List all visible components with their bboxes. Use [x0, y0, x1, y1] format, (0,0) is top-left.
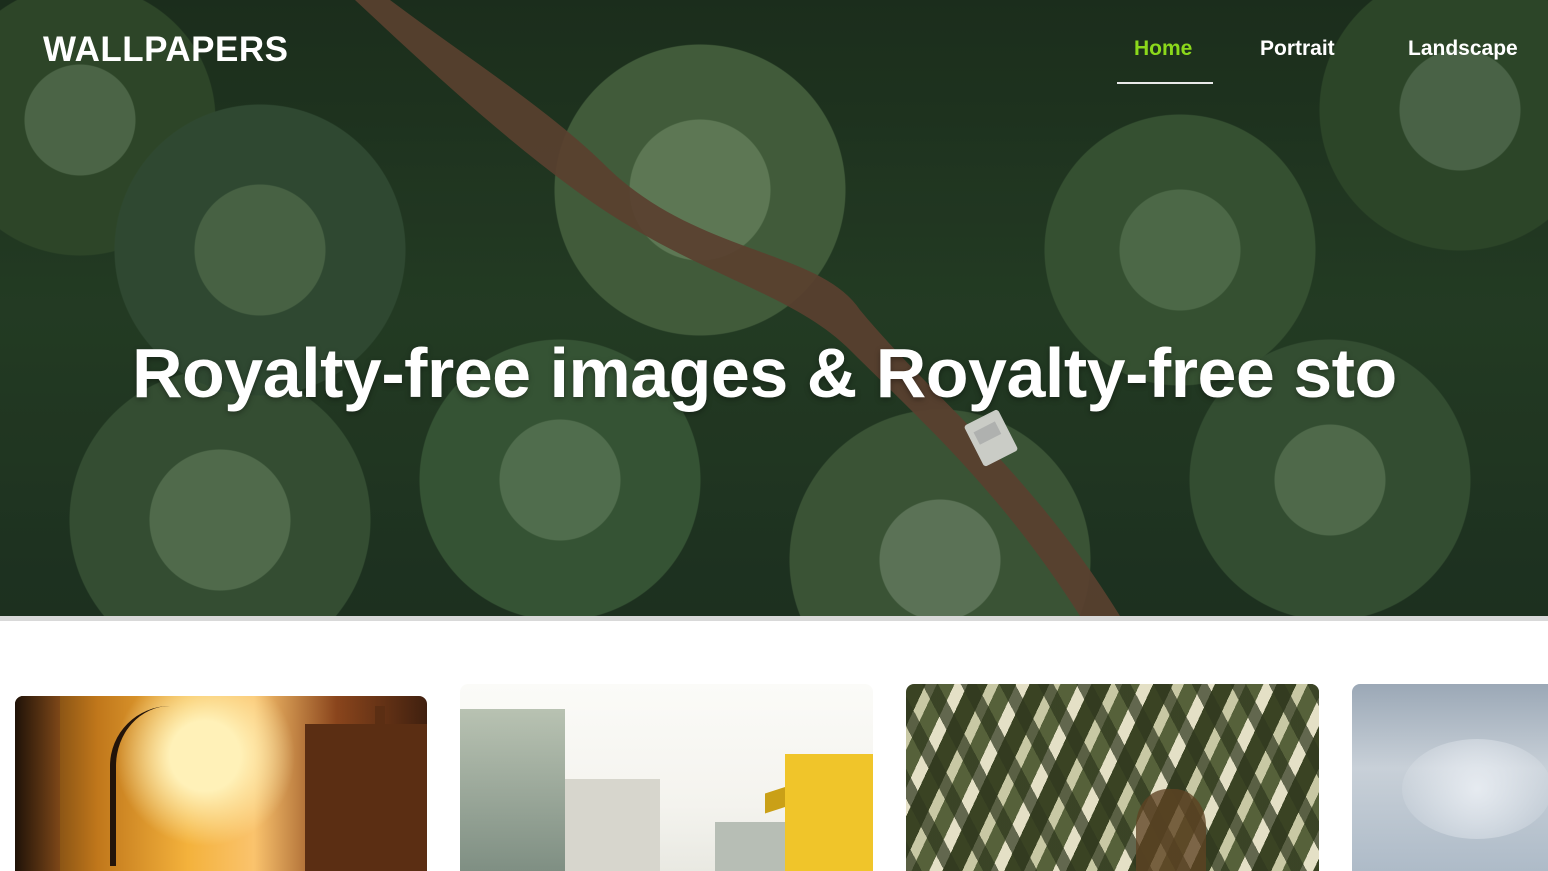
cloud-shape	[1402, 739, 1548, 839]
building-silhouette	[305, 724, 427, 871]
top-navigation: Home Portrait Landscape	[0, 0, 1548, 90]
building-chimney	[375, 706, 385, 731]
section-divider	[0, 616, 1548, 621]
card-shadow	[15, 696, 60, 871]
hero-title: Royalty-free images & Royalty-free sto	[132, 334, 1397, 412]
nav-portrait-link[interactable]: Portrait	[1260, 37, 1335, 61]
nav-landscape-link[interactable]: Landscape	[1408, 37, 1518, 61]
wallpaper-card-palm-leaves[interactable]	[906, 684, 1319, 871]
yellow-building	[785, 754, 873, 871]
wallpaper-card-street-buildings[interactable]	[460, 684, 873, 871]
palm-fronds	[906, 684, 1319, 871]
dry-plant	[1136, 789, 1206, 871]
nav-home-link[interactable]: Home	[1134, 37, 1192, 61]
hero-section: WALLPAPERS Home Portrait Landscape Royal…	[0, 0, 1548, 616]
wallpaper-card-cloudy-sky[interactable]	[1352, 684, 1548, 871]
middle-building	[715, 822, 785, 871]
hero-overlay	[0, 0, 1548, 616]
vine-silhouette	[110, 706, 206, 866]
left-building	[460, 709, 565, 871]
street-building	[565, 779, 660, 871]
active-nav-underline	[1117, 82, 1213, 84]
wallpaper-card-sunlit-vine[interactable]	[15, 696, 427, 871]
